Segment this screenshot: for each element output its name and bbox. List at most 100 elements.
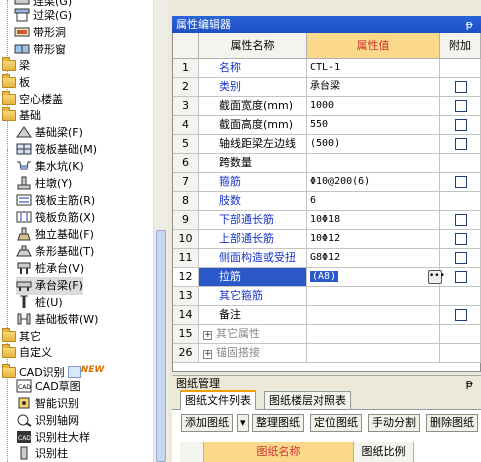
property-row[interactable]: 5 轴线距梁左边线 (500) <box>173 135 481 154</box>
property-value[interactable]: (A8) <box>307 268 440 287</box>
property-value[interactable]: 承台梁 <box>307 78 440 97</box>
property-row[interactable]: 9 下部通长筋 10Φ18 <box>173 211 481 230</box>
tree-item-raft-foundation[interactable]: 筏板基础(M) <box>16 141 97 159</box>
property-name-header[interactable]: 属性名称 <box>199 33 307 59</box>
add-drawing-button[interactable]: 添加图纸 <box>181 414 233 432</box>
manual-split-button[interactable]: 手动分割 <box>368 414 420 432</box>
tree-item-isolated-footing[interactable]: 独立基础(F) <box>16 226 94 244</box>
organize-drawings-button[interactable]: 整理图纸 <box>252 414 304 432</box>
property-value[interactable]: 10Φ12 <box>307 230 440 249</box>
pin-icon[interactable]: ᵽ <box>466 16 473 33</box>
attach-checkbox[interactable] <box>455 100 467 112</box>
tree-item-raft-negative-rebar[interactable]: 筏板负筋(X) <box>16 209 95 227</box>
property-name-text: 截面高度(mm) <box>219 118 294 131</box>
property-name-text: 拉筋 <box>219 270 241 283</box>
tree-item-pile-cap[interactable]: 桩承台(V) <box>16 260 84 278</box>
drawing-scale-header[interactable]: 图纸比例 <box>354 442 414 462</box>
tree-item-strip-opening[interactable]: 带形洞 <box>14 24 66 42</box>
tree-item-foundation-beam[interactable]: 基础梁(F) <box>16 124 83 142</box>
attach-header[interactable]: 附加 <box>440 33 481 59</box>
tree-item-column-pier[interactable]: 柱墩(Y) <box>16 175 72 193</box>
tree-folder-foundation[interactable]: 基础 <box>2 107 41 125</box>
tree-folder-cad-recognition[interactable]: CAD识别 NEW <box>2 361 104 379</box>
tree-folder-slab[interactable]: 板 <box>2 74 30 92</box>
attach-checkbox[interactable] <box>455 119 467 131</box>
property-name-text: 跨数量 <box>219 156 252 169</box>
property-value[interactable]: 10Φ18 <box>307 211 440 230</box>
tree-item-cad-sketch[interactable]: CAD CAD草图 <box>16 378 81 396</box>
property-value[interactable]: G8Φ12 <box>307 249 440 268</box>
attach-checkbox[interactable] <box>455 81 467 93</box>
row-number: 5 <box>173 135 199 154</box>
tree-item-sump-pit[interactable]: 集水坑(K) <box>16 158 84 176</box>
tab-drawing-floor-mapping[interactable]: 图纸楼层对照表 <box>264 391 351 409</box>
drawing-manager-title: 图纸管理 <box>176 377 220 390</box>
isolated-footing-icon <box>16 227 32 241</box>
tree-item-raft-main-rebar[interactable]: 筏板主筋(R) <box>16 192 95 210</box>
tree-folder-beam[interactable]: 梁 <box>2 57 30 75</box>
tree-item-recognize-column[interactable]: 识别柱 <box>16 445 68 462</box>
attach-cell <box>440 135 481 154</box>
tree-folder-custom[interactable]: 自定义 <box>2 344 52 362</box>
property-row[interactable]: 7 箍筋 Φ10@200(6) <box>173 173 481 192</box>
expand-icon[interactable]: + <box>203 350 212 359</box>
pin-icon[interactable]: ᵽ <box>466 376 473 392</box>
delete-drawing-button[interactable]: 删除图纸 <box>426 414 478 432</box>
tree-item-recognize-grid[interactable]: 识别轴网 <box>16 412 79 430</box>
property-value[interactable] <box>307 154 440 173</box>
property-row[interactable]: 13 其它箍筋 <box>173 287 481 306</box>
property-value[interactable]: 1000 <box>307 97 440 116</box>
property-row[interactable]: 14 备注 <box>173 306 481 325</box>
property-name-text: 备注 <box>219 308 241 321</box>
add-drawing-dropdown-button[interactable]: ▾ <box>237 414 249 432</box>
property-value[interactable] <box>307 325 440 344</box>
tree-item-foundation-strip[interactable]: 基础板带(W) <box>16 311 98 329</box>
property-row[interactable]: 2 类别 承台梁 <box>173 78 481 97</box>
property-value[interactable] <box>307 344 440 363</box>
foundation-beam-icon <box>16 125 32 139</box>
attach-cell <box>440 116 481 135</box>
property-name-text: 箍筋 <box>219 175 241 188</box>
property-value[interactable]: 6 <box>307 192 440 211</box>
tree-item-pile[interactable]: 桩(U) <box>16 294 63 312</box>
property-row[interactable]: 11 侧面构造或受扭 G8Φ12 <box>173 249 481 268</box>
attach-checkbox[interactable] <box>455 214 467 226</box>
attach-checkbox[interactable] <box>455 309 467 321</box>
property-name-text: 其它箍筋 <box>219 289 263 302</box>
property-row[interactable]: 4 截面高度(mm) 550 <box>173 116 481 135</box>
property-row[interactable]: 12 拉筋 (A8) ••• <box>173 268 481 287</box>
row-number: 11 <box>173 249 199 268</box>
locate-drawing-button[interactable]: 定位图纸 <box>310 414 362 432</box>
attach-checkbox[interactable] <box>455 138 467 150</box>
attach-cell <box>440 344 481 363</box>
property-row[interactable]: 6 跨数量 <box>173 154 481 173</box>
expand-icon[interactable]: + <box>203 331 212 340</box>
property-row[interactable]: 3 截面宽度(mm) 1000 <box>173 97 481 116</box>
attach-checkbox[interactable] <box>455 252 467 264</box>
drawing-name-header[interactable]: 图纸名称 <box>204 442 354 462</box>
attach-checkbox[interactable] <box>455 233 467 245</box>
pile-icon <box>16 295 32 309</box>
property-row[interactable]: 8 肢数 6 <box>173 192 481 211</box>
property-value-header[interactable]: 属性值 <box>307 33 440 59</box>
attach-checkbox[interactable] <box>455 176 467 188</box>
property-name-text: 上部通长筋 <box>219 232 274 245</box>
property-value[interactable]: CTL-1 <box>307 59 440 78</box>
property-value[interactable] <box>307 306 440 325</box>
property-value[interactable]: (500) <box>307 135 440 154</box>
tab-drawing-file-list[interactable]: 图纸文件列表 <box>180 390 256 410</box>
property-value[interactable] <box>307 287 440 306</box>
row-number: 2 <box>173 78 199 97</box>
tree-item-smart-recognize[interactable]: 智能识别 <box>16 395 79 413</box>
tree-item-lintel[interactable]: 过梁(G) <box>14 7 72 25</box>
property-row[interactable]: 15 + 其它属性 <box>173 325 481 344</box>
tree-item-strip-footing[interactable]: 条形基础(T) <box>16 243 94 261</box>
property-row[interactable]: 1 名称 CTL-1 <box>173 59 481 78</box>
property-row[interactable]: 10 上部通长筋 10Φ12 <box>173 230 481 249</box>
property-value[interactable]: 550 <box>307 116 440 135</box>
property-row[interactable]: 26 + 锚固搭接 <box>173 344 481 363</box>
tree-scrollbar-thumb[interactable] <box>156 230 166 462</box>
attach-checkbox[interactable] <box>455 271 467 283</box>
tree-item-cap-beam[interactable]: 承台梁(F) <box>16 277 83 295</box>
property-value[interactable]: Φ10@200(6) <box>307 173 440 192</box>
